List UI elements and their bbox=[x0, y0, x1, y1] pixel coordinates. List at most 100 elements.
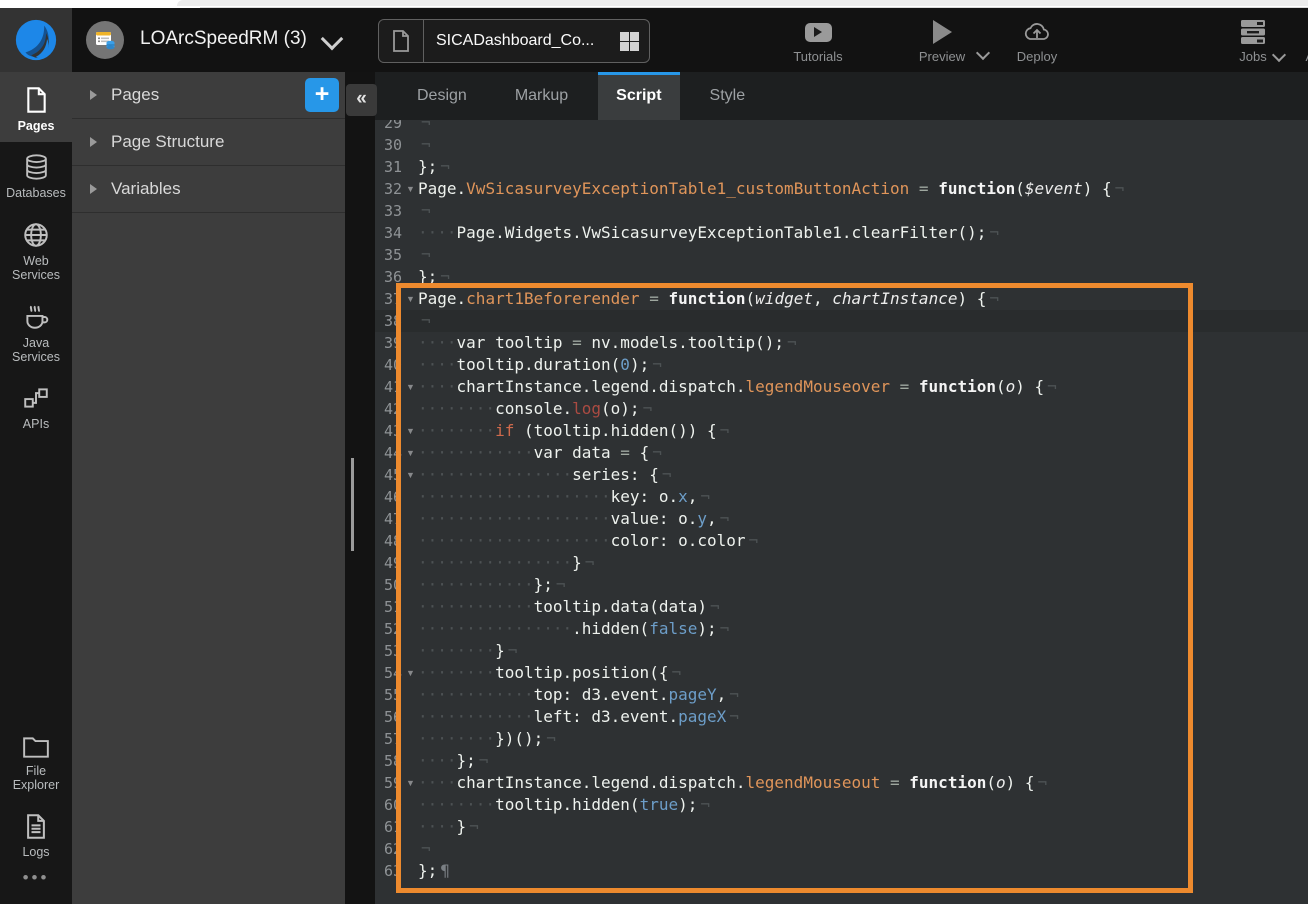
sidebar-item-file-explorer[interactable]: File Explorer bbox=[0, 724, 72, 802]
code-line-48[interactable]: 48····················color: o.color¬ bbox=[375, 530, 1308, 552]
section-variables[interactable]: Variables bbox=[72, 166, 345, 213]
code-line-62[interactable]: 62¬ bbox=[375, 838, 1308, 860]
code-text: ················series: {¬ bbox=[418, 464, 671, 486]
code-line-57[interactable]: 57········})();¬ bbox=[375, 728, 1308, 750]
code-line-36[interactable]: 36};¬ bbox=[375, 266, 1308, 288]
code-text: ····Page.Widgets.VwSicasurveyExceptionTa… bbox=[418, 222, 999, 244]
preview-chevron-down-icon[interactable] bbox=[976, 46, 990, 60]
code-line-53[interactable]: 53········}¬ bbox=[375, 640, 1308, 662]
code-text: ····················color: o.color¬ bbox=[418, 530, 758, 552]
sidebar-more-button[interactable]: ••• bbox=[0, 868, 72, 904]
variables-caret-icon[interactable] bbox=[90, 184, 97, 194]
code-line-34[interactable]: 34····Page.Widgets.VwSicasurveyException… bbox=[375, 222, 1308, 244]
tutorials-video-icon bbox=[805, 23, 832, 42]
sidebar-item-logs[interactable]: Logs bbox=[0, 802, 72, 868]
wavemaker-logo[interactable] bbox=[0, 8, 72, 72]
sidebar-item-databases[interactable]: Databases bbox=[0, 142, 72, 209]
code-line-42[interactable]: 42········console.log(o);¬ bbox=[375, 398, 1308, 420]
code-line-30[interactable]: 30¬ bbox=[375, 134, 1308, 156]
fold-arrow-icon[interactable]: ▼ bbox=[402, 464, 418, 486]
line-number: 59 bbox=[375, 772, 402, 794]
code-line-32[interactable]: 32▼Page.VwSicasurveyExceptionTable1_cust… bbox=[375, 178, 1308, 200]
section-pages[interactable]: Pages + bbox=[72, 72, 345, 119]
code-line-47[interactable]: 47····················value: o.y,¬ bbox=[375, 508, 1308, 530]
code-line-63[interactable]: 63};¶ bbox=[375, 860, 1308, 882]
fold-arrow-icon[interactable]: ▼ bbox=[402, 442, 418, 464]
code-line-56[interactable]: 56············left: d3.event.pageX¬ bbox=[375, 706, 1308, 728]
section-page-structure[interactable]: Page Structure bbox=[72, 119, 345, 166]
main-area: Design Markup Script Style 29¬30¬31};¬32… bbox=[375, 72, 1308, 904]
code-line-35[interactable]: 35¬ bbox=[375, 244, 1308, 266]
code-line-58[interactable]: 58····};¬ bbox=[375, 750, 1308, 772]
tutorials-button[interactable]: Tutorials bbox=[782, 18, 854, 64]
code-line-49[interactable]: 49················}¬ bbox=[375, 552, 1308, 574]
line-number: 44 bbox=[375, 442, 402, 464]
project-list-icon bbox=[93, 28, 117, 52]
code-line-54[interactable]: 54▼········tooltip.position({¬ bbox=[375, 662, 1308, 684]
fold-arrow-icon[interactable]: ▼ bbox=[402, 288, 418, 310]
page-structure-caret-icon[interactable] bbox=[90, 137, 97, 147]
code-line-55[interactable]: 55············top: d3.event.pageY,¬ bbox=[375, 684, 1308, 706]
project-chevron-down-icon[interactable] bbox=[321, 28, 344, 51]
code-text: ····················key: o.x,¬ bbox=[418, 486, 710, 508]
code-line-29[interactable]: 29¬ bbox=[375, 120, 1308, 134]
line-number: 51 bbox=[375, 596, 402, 618]
line-number: 52 bbox=[375, 618, 402, 640]
layout-grid-icon[interactable] bbox=[620, 32, 639, 51]
sidebar-item-java-services[interactable]: Java Services bbox=[0, 292, 72, 374]
sidebar-item-pages[interactable]: Pages bbox=[0, 72, 72, 142]
tab-style[interactable]: Style bbox=[692, 72, 764, 120]
page-tab-title: SICADashboard_Co... bbox=[424, 32, 620, 50]
code-line-60[interactable]: 60········tooltip.hidden(true);¬ bbox=[375, 794, 1308, 816]
code-line-38[interactable]: 38¬ bbox=[375, 310, 1308, 332]
line-number: 33 bbox=[375, 200, 402, 222]
tab-design[interactable]: Design bbox=[399, 72, 485, 120]
artifacts-button[interactable]: Artifacts bbox=[1294, 18, 1308, 64]
line-number: 32 bbox=[375, 178, 402, 200]
code-line-37[interactable]: 37▼Page.chart1Beforerender = function(wi… bbox=[375, 288, 1308, 310]
logs-doc-icon bbox=[24, 813, 48, 840]
code-line-31[interactable]: 31};¬ bbox=[375, 156, 1308, 178]
code-text: ····················value: o.y,¬ bbox=[418, 508, 729, 530]
code-line-46[interactable]: 46····················key: o.x,¬ bbox=[375, 486, 1308, 508]
fold-arrow-icon[interactable]: ▼ bbox=[402, 420, 418, 442]
add-page-button[interactable]: + bbox=[305, 78, 339, 112]
code-line-52[interactable]: 52················.hidden(false);¬ bbox=[375, 618, 1308, 640]
code-line-43[interactable]: 43▼········if (tooltip.hidden()) {¬ bbox=[375, 420, 1308, 442]
collapse-panel-button[interactable]: « bbox=[346, 84, 377, 116]
fold-arrow-icon[interactable]: ▼ bbox=[402, 376, 418, 398]
code-line-33[interactable]: 33¬ bbox=[375, 200, 1308, 222]
code-line-51[interactable]: 51············tooltip.data(data)¬ bbox=[375, 596, 1308, 618]
deploy-button[interactable]: Deploy bbox=[1006, 18, 1068, 64]
pages-caret-icon[interactable] bbox=[90, 90, 97, 100]
line-number: 29 bbox=[375, 120, 402, 134]
open-page-tab[interactable]: SICADashboard_Co... bbox=[378, 19, 650, 63]
code-line-45[interactable]: 45▼················series: {¬ bbox=[375, 464, 1308, 486]
code-line-41[interactable]: 41▼····chartInstance.legend.dispatch.leg… bbox=[375, 376, 1308, 398]
tab-script[interactable]: Script bbox=[598, 72, 679, 120]
tab-markup[interactable]: Markup bbox=[497, 72, 586, 120]
explorer-panel: Pages + Page Structure Variables bbox=[72, 72, 345, 904]
fold-arrow-icon[interactable]: ▼ bbox=[402, 178, 418, 200]
fold-arrow-icon[interactable]: ▼ bbox=[402, 662, 418, 684]
script-editor[interactable]: 29¬30¬31};¬32▼Page.VwSicasurveyException… bbox=[375, 120, 1308, 904]
code-line-61[interactable]: i61····}¬ bbox=[375, 816, 1308, 838]
sidebar-item-apis[interactable]: APIs bbox=[0, 373, 72, 440]
code-text: ················}¬ bbox=[418, 552, 594, 574]
project-avatar[interactable] bbox=[86, 21, 124, 59]
apis-nodes-icon bbox=[22, 384, 50, 412]
sidebar-item-web-services[interactable]: Web Services bbox=[0, 210, 72, 292]
fold-arrow-icon[interactable]: ▼ bbox=[402, 772, 418, 794]
preview-button[interactable]: Preview bbox=[910, 18, 974, 64]
code-line-39[interactable]: 39····var tooltip = nv.models.tooltip();… bbox=[375, 332, 1308, 354]
code-line-44[interactable]: 44▼············var data = {¬ bbox=[375, 442, 1308, 464]
file-explorer-folder-icon bbox=[22, 735, 50, 759]
project-name[interactable]: LOArcSpeedRM (3) bbox=[140, 28, 307, 50]
code-line-50[interactable]: 50············};¬ bbox=[375, 574, 1308, 596]
code-lines: 29¬30¬31};¬32▼Page.VwSicasurveyException… bbox=[375, 120, 1308, 882]
code-line-59[interactable]: 59▼····chartInstance.legend.dispatch.leg… bbox=[375, 772, 1308, 794]
code-line-40[interactable]: 40····tooltip.duration(0);¬ bbox=[375, 354, 1308, 376]
jobs-button[interactable]: Jobs bbox=[1226, 18, 1280, 64]
scrollbar-thumb[interactable] bbox=[351, 458, 354, 551]
code-text: Page.chart1Beforerender = function(widge… bbox=[418, 288, 999, 310]
